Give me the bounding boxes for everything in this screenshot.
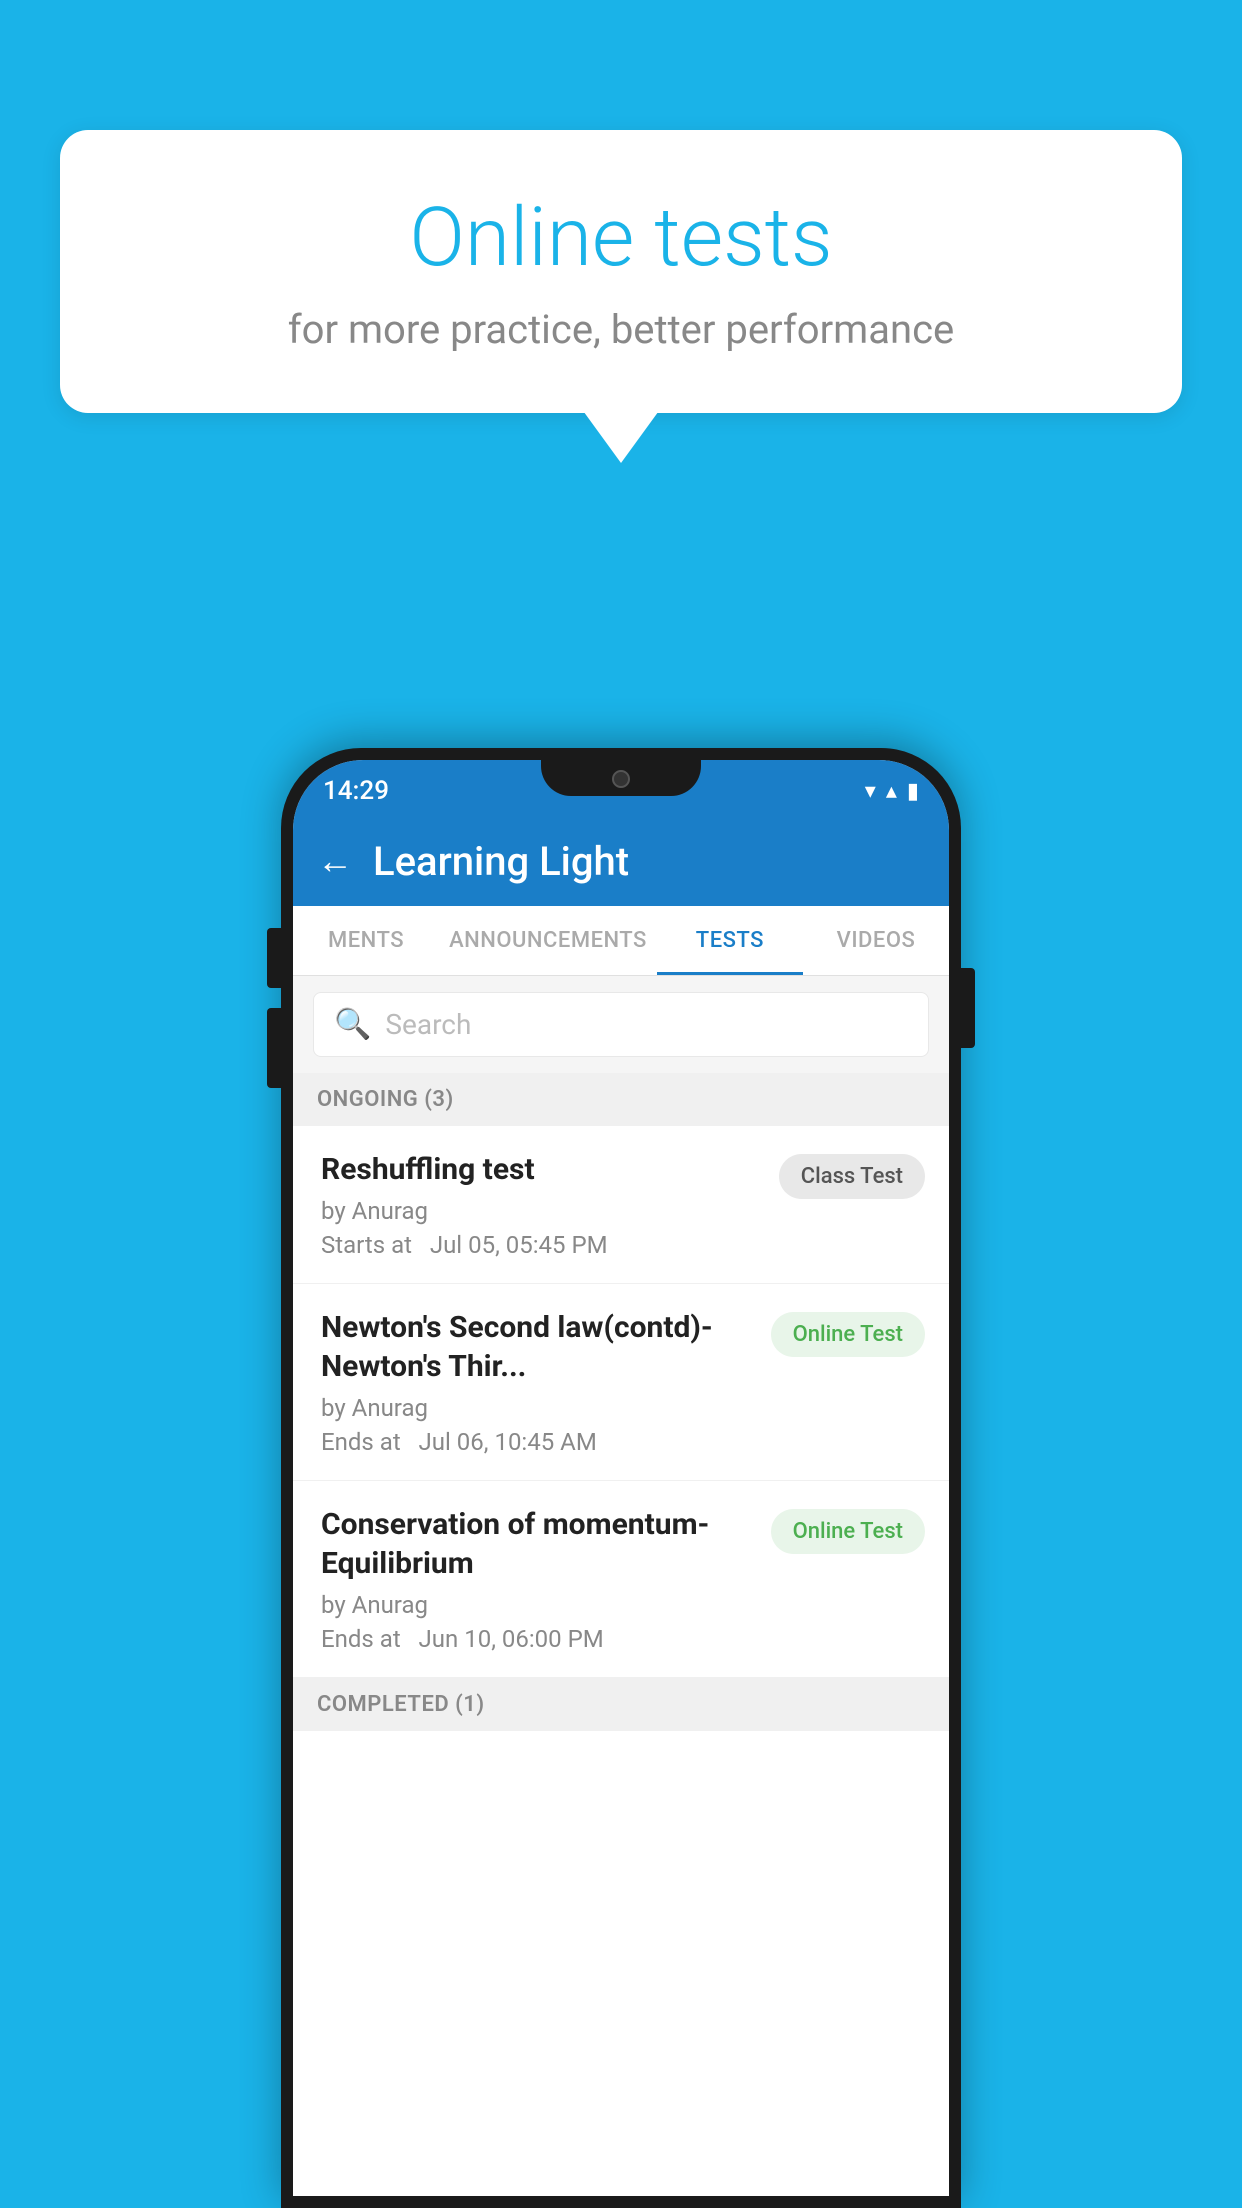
tab-videos[interactable]: VIDEOS xyxy=(803,906,949,975)
test-info: Reshuffling test by Anurag Starts at Jul… xyxy=(321,1150,763,1259)
test-info: Newton's Second law(contd)-Newton's Thir… xyxy=(321,1308,755,1456)
online-test-badge: Online Test xyxy=(771,1312,925,1357)
bubble-subtitle: for more practice, better performance xyxy=(140,306,1102,353)
online-test-badge: Online Test xyxy=(771,1509,925,1554)
phone-screen: 14:29 ▾ ▴ ▮ ← Learning Light MENTS ANNOU… xyxy=(293,760,949,2196)
phone-notch xyxy=(541,760,701,796)
power-button xyxy=(961,968,975,1048)
completed-section-header: COMPLETED (1) xyxy=(293,1678,949,1731)
test-item[interactable]: Reshuffling test by Anurag Starts at Jul… xyxy=(293,1126,949,1284)
signal-icon: ▴ xyxy=(886,779,897,804)
volume-up-button xyxy=(267,928,281,988)
tab-ments[interactable]: MENTS xyxy=(293,906,439,975)
wifi-icon: ▾ xyxy=(865,779,876,804)
ongoing-section-header: ONGOING (3) xyxy=(293,1073,949,1126)
tabs-container: MENTS ANNOUNCEMENTS TESTS VIDEOS xyxy=(293,906,949,976)
battery-icon: ▮ xyxy=(907,779,919,804)
test-item[interactable]: Newton's Second law(contd)-Newton's Thir… xyxy=(293,1284,949,1481)
test-title: Conservation of momentum-Equilibrium xyxy=(321,1505,755,1583)
tab-announcements[interactable]: ANNOUNCEMENTS xyxy=(439,906,657,975)
search-container: 🔍 Search xyxy=(293,976,949,1073)
tab-tests[interactable]: TESTS xyxy=(657,906,803,975)
test-title: Reshuffling test xyxy=(321,1150,763,1189)
test-info: Conservation of momentum-Equilibrium by … xyxy=(321,1505,755,1653)
search-input-wrapper[interactable]: 🔍 Search xyxy=(313,992,929,1057)
speech-bubble: Online tests for more practice, better p… xyxy=(60,130,1182,413)
search-placeholder: Search xyxy=(385,1008,471,1041)
test-author: by Anurag xyxy=(321,1394,755,1422)
app-bar: ← Learning Light xyxy=(293,816,949,906)
test-time: Ends at Jul 06, 10:45 AM xyxy=(321,1428,755,1456)
speech-bubble-container: Online tests for more practice, better p… xyxy=(60,130,1182,413)
volume-down-button xyxy=(267,1008,281,1088)
test-time: Ends at Jun 10, 06:00 PM xyxy=(321,1625,755,1653)
status-icons: ▾ ▴ ▮ xyxy=(865,779,919,804)
test-author: by Anurag xyxy=(321,1591,755,1619)
status-time: 14:29 xyxy=(323,776,389,806)
back-button[interactable]: ← xyxy=(317,840,353,882)
test-title: Newton's Second law(contd)-Newton's Thir… xyxy=(321,1308,755,1386)
phone-frame: 14:29 ▾ ▴ ▮ ← Learning Light MENTS ANNOU… xyxy=(281,748,961,2208)
class-test-badge: Class Test xyxy=(779,1154,925,1199)
test-time: Starts at Jul 05, 05:45 PM xyxy=(321,1231,763,1259)
camera-dot xyxy=(612,770,630,788)
app-title: Learning Light xyxy=(373,838,629,885)
bubble-title: Online tests xyxy=(140,190,1102,286)
test-item[interactable]: Conservation of momentum-Equilibrium by … xyxy=(293,1481,949,1678)
test-author: by Anurag xyxy=(321,1197,763,1225)
search-icon: 🔍 xyxy=(334,1007,371,1042)
